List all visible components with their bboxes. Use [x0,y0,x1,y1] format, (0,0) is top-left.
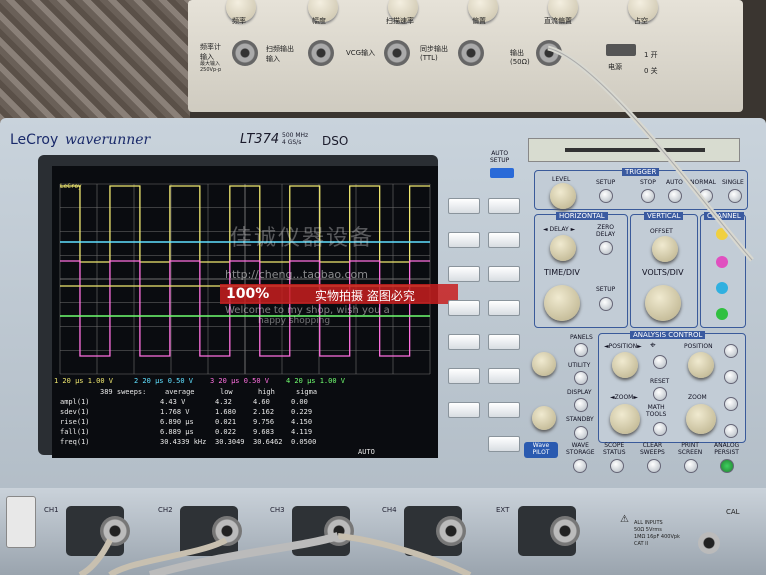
cables [78,45,754,575]
